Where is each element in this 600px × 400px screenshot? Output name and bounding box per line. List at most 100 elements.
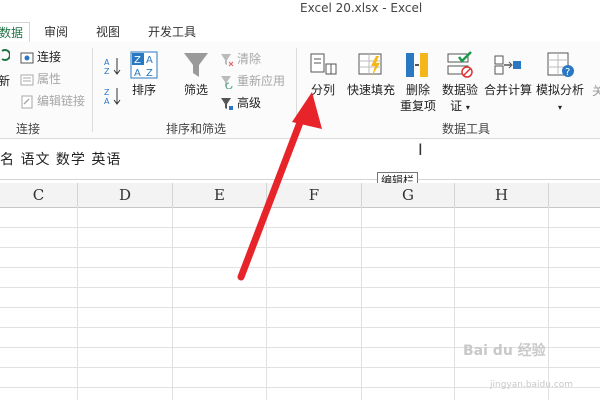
data-validation-icon <box>447 51 473 78</box>
whatif-label: 模拟分析 <box>535 83 584 97</box>
sort-descending-icon: Z A <box>104 88 121 106</box>
chevron-down-icon: ▾ <box>465 103 470 112</box>
filter-label: 筛选 <box>183 83 208 97</box>
column-header-e[interactable]: E <box>173 183 267 208</box>
grid-line <box>548 207 549 400</box>
reapply-label: 重新应用 <box>237 74 286 88</box>
grid-line <box>0 267 600 268</box>
formula-content: 名 语文 数学 英语 <box>0 152 122 168</box>
sort-icon: Z A A Z <box>130 51 158 79</box>
what-if-analysis-icon: ? <box>547 52 574 78</box>
overflow-button[interactable]: 关 <box>592 82 600 100</box>
data-tools-group-label: 数据工具 <box>442 122 491 136</box>
grid-line <box>77 207 78 400</box>
refresh-all-button[interactable]: 新 <box>0 72 10 90</box>
svg-text:Z: Z <box>104 67 110 76</box>
column-header-i[interactable] <box>549 183 600 208</box>
consolidate-label: 合并计算 <box>483 83 532 97</box>
edit-links-icon <box>21 95 33 108</box>
svg-text:A: A <box>104 58 110 67</box>
properties-label: 属性 <box>37 72 62 86</box>
sort-descending-button[interactable]: Z A <box>104 86 122 106</box>
column-header-g[interactable]: G <box>362 183 455 208</box>
advanced-filter-button[interactable]: 高级 <box>220 94 261 112</box>
watermark-logo: Bai du 经验 <box>463 343 546 359</box>
svg-text:Z: Z <box>146 68 153 79</box>
consolidate-icon <box>494 55 521 75</box>
advanced-label: 高级 <box>237 96 262 110</box>
refresh-icon <box>0 48 11 66</box>
clear-filter-button[interactable]: 清除 <box>220 50 261 68</box>
svg-text:Z: Z <box>104 88 110 97</box>
clear-filter-icon <box>221 53 234 66</box>
reapply-button[interactable]: 重新应用 <box>220 72 285 90</box>
remove-duplicates-button[interactable]: 删除 重复项 <box>398 50 438 114</box>
connections-icon <box>20 52 34 63</box>
reapply-icon <box>221 75 233 89</box>
grid-line <box>0 227 600 228</box>
sort-button[interactable]: Z A A Z 排序 <box>128 50 160 98</box>
remove-dup-label-2: 重复项 <box>399 99 436 113</box>
validation-label-2: 证 <box>450 99 463 113</box>
column-header-c[interactable]: C <box>0 183 78 208</box>
chevron-down-icon: ▾ <box>557 103 562 112</box>
svg-text:?: ? <box>565 67 570 78</box>
sort-filter-group-label: 排序和筛选 <box>166 122 227 136</box>
filter-button[interactable]: 筛选 <box>178 50 214 98</box>
sort-label: 排序 <box>131 83 156 97</box>
filter-icon <box>184 53 208 77</box>
watermark-url: jingyan.baidu.com <box>490 380 574 390</box>
grid-line <box>266 207 267 400</box>
remove-duplicates-icon <box>406 53 428 77</box>
advanced-filter-icon <box>221 97 233 110</box>
column-header-h[interactable]: H <box>455 183 549 208</box>
tab-review[interactable]: 审阅 <box>44 22 68 42</box>
group-separator <box>296 48 297 132</box>
column-header-f[interactable]: F <box>267 183 362 208</box>
clear-label: 清除 <box>237 52 262 66</box>
tab-view[interactable]: 视图 <box>96 22 120 42</box>
edit-links-button[interactable]: 编辑链接 <box>20 92 85 110</box>
consolidate-button[interactable]: 合并计算 <box>482 50 534 98</box>
tab-data[interactable]: 数据 <box>0 22 31 44</box>
column-header-d[interactable]: D <box>78 183 173 208</box>
flash-fill-label: 快速填充 <box>346 83 395 97</box>
title-bar: Excel 20.xlsx - Excel <box>0 0 600 20</box>
grid-line <box>0 307 600 308</box>
split-label: 分列 <box>310 83 335 97</box>
flash-fill-button[interactable]: 快速填充 <box>344 50 398 98</box>
validation-label-1: 数据验 <box>441 83 478 97</box>
ribbon-tabs: 数据 审阅 视图 开发工具 <box>0 20 600 44</box>
grid-line <box>0 247 600 248</box>
remove-dup-label-1: 删除 <box>405 83 430 97</box>
tab-developer[interactable]: 开发工具 <box>148 22 196 42</box>
grid-line <box>454 207 455 400</box>
formula-bar[interactable]: 名 语文 数学 英语 <box>0 139 600 180</box>
grid-line <box>0 327 600 328</box>
text-cursor-icon: Ι <box>418 140 423 159</box>
flash-fill-icon <box>358 53 382 76</box>
sort-ascending-icon: A Z <box>104 58 121 76</box>
grid-line <box>0 287 600 288</box>
properties-icon <box>20 74 34 85</box>
text-to-columns-icon <box>310 53 337 75</box>
sort-ascending-button[interactable]: A Z <box>104 56 122 76</box>
overflow-icon: 关 <box>592 84 600 98</box>
data-validation-button[interactable]: 数据验 证 ▾ <box>440 50 480 116</box>
svg-text:Z: Z <box>134 55 141 66</box>
connections-group-label: 连接 <box>16 122 41 136</box>
ribbon: 新 连接 属性 编辑链接 连接 A Z Z A Z A A Z 排序 筛选 清除… <box>0 42 600 139</box>
spreadsheet-grid[interactable]: C D E F G H <box>0 183 600 400</box>
svg-text:A: A <box>104 97 110 106</box>
what-if-analysis-button[interactable]: ? 模拟分析 ▾ <box>534 50 586 116</box>
svg-text:A: A <box>146 55 153 66</box>
window-title: Excel 20.xlsx - Excel <box>300 1 423 15</box>
refresh-label: 新 <box>0 74 11 88</box>
svg-text:A: A <box>134 68 141 79</box>
grid-line <box>172 207 173 400</box>
connections-label: 连接 <box>37 50 62 64</box>
properties-button[interactable]: 属性 <box>20 70 61 88</box>
connections-button[interactable]: 连接 <box>20 48 61 66</box>
edit-links-label: 编辑链接 <box>37 94 86 108</box>
text-to-columns-button[interactable]: 分列 <box>304 50 342 98</box>
